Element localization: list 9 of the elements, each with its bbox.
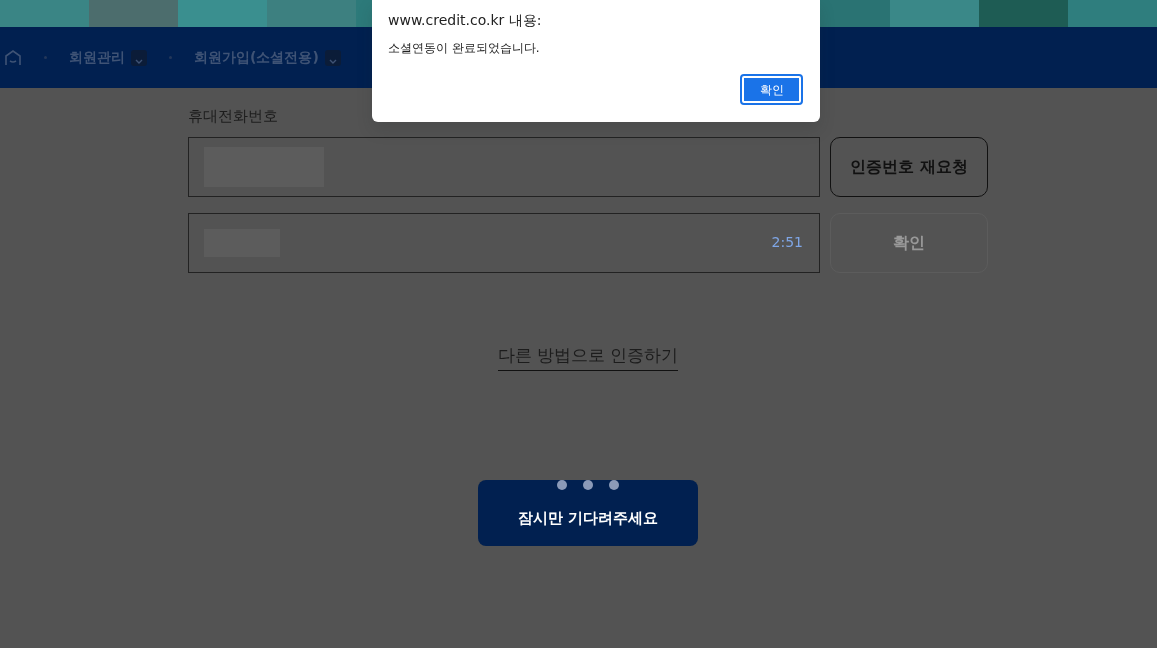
nav-menu-item[interactable]: 회원관리 — [69, 47, 147, 68]
dialog-message: 소셜연동이 완료되었습니다. — [388, 40, 541, 57]
nav-menu-item[interactable]: 회원가입(소셜전용) — [194, 47, 341, 68]
dialog-title: www.credit.co.kr 내용: — [388, 11, 543, 30]
input-field[interactable]: 2:51 — [188, 212, 820, 273]
ok-button[interactable]: 확인 — [740, 74, 803, 105]
resend-code-button[interactable]: 인증번호 재요청 — [830, 136, 988, 197]
loading-message: 잠시만 기다려주세요 — [478, 480, 698, 546]
countdown-timer: 2:51 — [771, 233, 803, 252]
